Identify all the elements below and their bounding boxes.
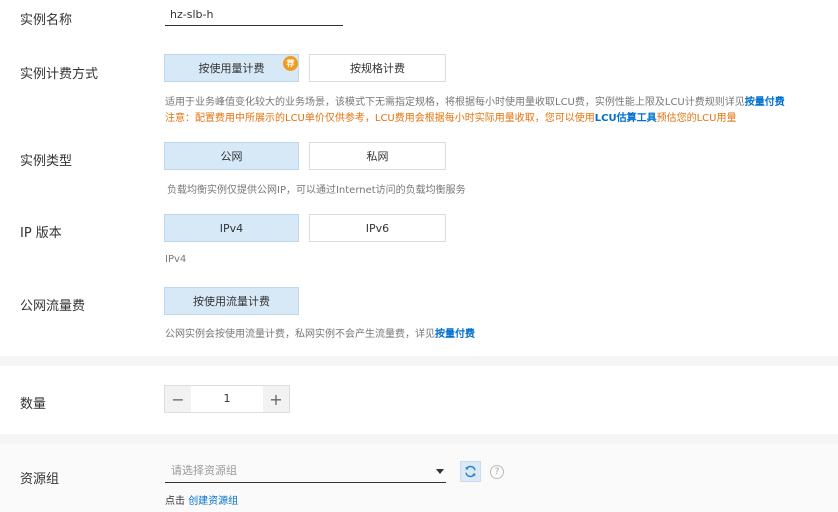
config-section-quantity: 数量 − 1 + <box>0 366 838 434</box>
ip-version-ipv6[interactable]: IPv6 <box>309 214 446 242</box>
refresh-button[interactable] <box>460 461 481 482</box>
ip-version-hint: IPv4 <box>165 254 187 265</box>
config-section-main: 实例名称 实例计费方式 按使用量计费 荐 按规格计费 适用于业务峰值变化较大的业… <box>0 0 838 356</box>
ip-version-ipv4[interactable]: IPv4 <box>164 214 299 242</box>
ip-version-label: IP 版本 <box>20 226 62 241</box>
billing-label: 实例计费方式 <box>20 67 99 82</box>
billing-hint-link[interactable]: 按量付费 <box>745 97 785 108</box>
lcu-estimator-link[interactable]: LCU估算工具 <box>595 113 657 124</box>
create-resource-group-link[interactable]: 创建资源组 <box>188 496 238 507</box>
quantity-value[interactable]: 1 <box>191 386 263 412</box>
recommended-badge: 荐 <box>283 56 298 71</box>
traffic-label: 公网流量费 <box>20 299 86 314</box>
instance-type-private[interactable]: 私网 <box>309 142 446 170</box>
billing-warning-text-b: 预估您的LCU用量 <box>656 113 737 124</box>
resource-group-label: 资源组 <box>20 472 60 487</box>
instance-type-public[interactable]: 公网 <box>164 142 299 170</box>
instance-type-hint: 负载均衡实例仅提供公网IP，可以通过Internet访问的负载均衡服务 <box>167 185 466 196</box>
create-prefix: 点击 <box>165 496 185 507</box>
decrement-button[interactable]: − <box>165 386 191 412</box>
resource-group-select[interactable]: 请选择资源组 <box>165 460 446 483</box>
help-icon[interactable]: ? <box>490 465 504 479</box>
traffic-hint-link[interactable]: 按量付费 <box>435 329 475 340</box>
billing-hint-text: 适用于业务峰值变化较大的业务场景，该模式下无需指定规格，将根据每小时使用量收取L… <box>165 97 745 108</box>
resource-group-placeholder: 请选择资源组 <box>171 464 237 477</box>
instance-type-label: 实例类型 <box>20 154 73 169</box>
billing-warning: 注意：配置费用中所展示的LCU单价仅供参考，LCU费用会根据每小时实际用量收取，… <box>165 109 736 124</box>
traffic-hint: 公网实例会按使用流量计费，私网实例不会产生流量费，详见按量付费 <box>165 325 475 340</box>
quantity-label: 数量 <box>20 397 47 412</box>
instance-name-input[interactable] <box>165 4 343 26</box>
chevron-down-icon <box>436 469 444 474</box>
billing-option-spec[interactable]: 按规格计费 <box>309 54 446 82</box>
billing-option-usage[interactable]: 按使用量计费 <box>164 54 299 82</box>
traffic-hint-text: 公网实例会按使用流量计费，私网实例不会产生流量费，详见 <box>165 329 435 340</box>
billing-warning-text-a: 注意：配置费用中所展示的LCU单价仅供参考，LCU费用会根据每小时实际用量收取，… <box>165 113 595 124</box>
billing-hint: 适用于业务峰值变化较大的业务场景，该模式下无需指定规格，将根据每小时使用量收取L… <box>165 93 785 108</box>
quantity-stepper: − 1 + <box>164 385 290 413</box>
instance-name-label: 实例名称 <box>20 13 73 28</box>
config-section-resource-group: 资源组 请选择资源组 ? 点击 创建资源组 <box>0 444 838 512</box>
increment-button[interactable]: + <box>263 386 289 412</box>
traffic-option-usage[interactable]: 按使用流量计费 <box>164 287 299 315</box>
create-resource-group-row: 点击 创建资源组 <box>165 492 238 507</box>
refresh-icon <box>465 465 476 478</box>
